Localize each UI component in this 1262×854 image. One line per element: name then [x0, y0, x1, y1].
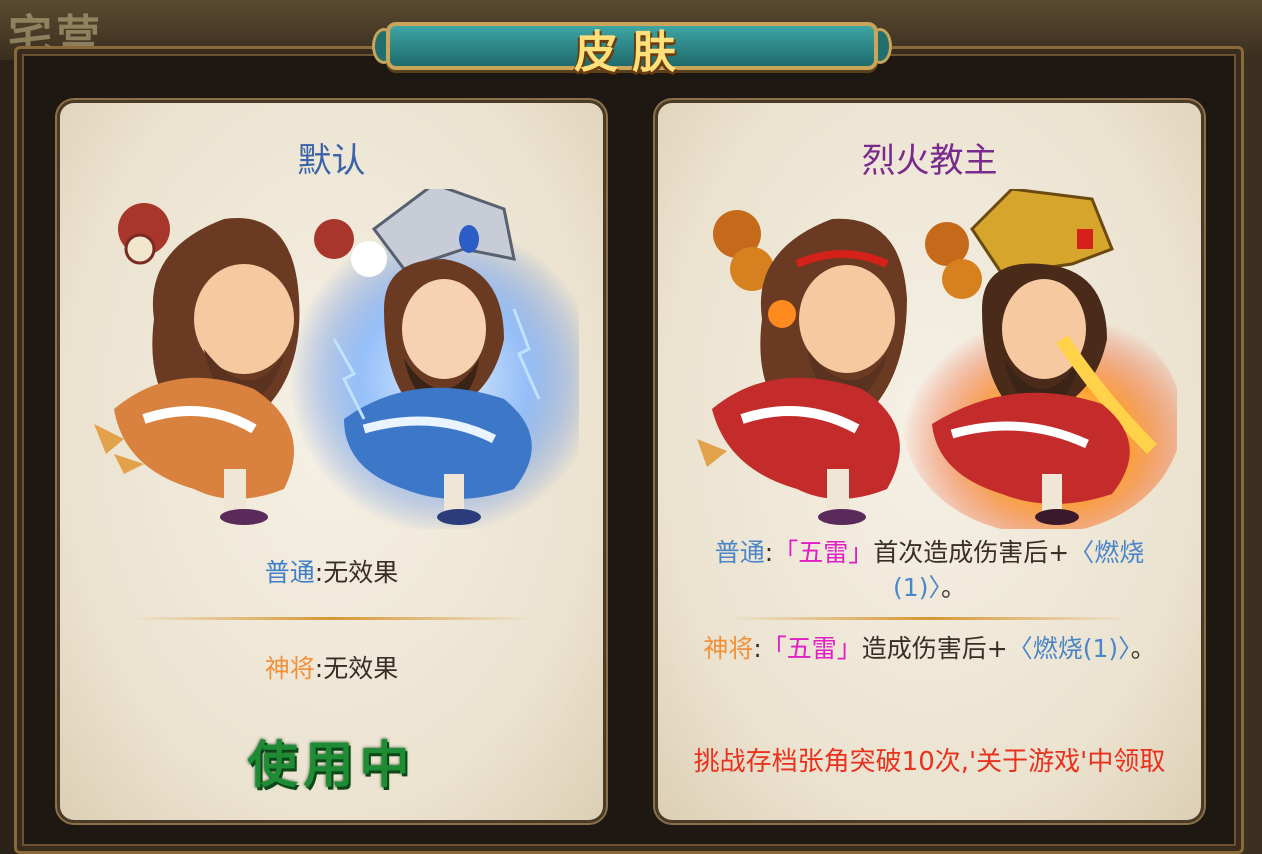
god-effect-text: 造成伤害后+: [861, 634, 1008, 663]
normal-end: 。: [940, 573, 966, 602]
god-sep: :: [753, 634, 762, 663]
skin-card-default[interactable]: 默认 普通:无效果 神将:无效果 使用中: [60, 103, 603, 820]
unlock-condition: 挑战存档张角突破10次,'关于游戏'中领取: [693, 747, 1166, 777]
character-god-art-icon: [289, 189, 579, 529]
god-buff: 〈燃烧(1)〉: [1007, 634, 1131, 663]
god-effect-line: 神将:「五雷」造成伤害后+〈燃烧(1)〉。: [688, 631, 1171, 666]
god-end: 。: [1130, 634, 1156, 663]
divider: [728, 617, 1131, 620]
normal-effect-text: :无效果: [314, 558, 399, 587]
normal-skill-name: 「五雷」: [773, 538, 874, 567]
god-label: 神将: [264, 654, 315, 683]
skin-name: 烈火教主: [861, 141, 998, 181]
skin-art-fire-master: [697, 189, 1177, 529]
skin-name: 默认: [297, 141, 366, 181]
god-effect-line: 神将:无效果: [90, 651, 573, 686]
title-banner: 皮肤: [372, 14, 892, 80]
normal-effect-text: 首次造成伤害后+: [873, 538, 1070, 567]
god-label: 神将: [703, 634, 754, 663]
normal-label: 普通: [264, 558, 315, 587]
skin-card-fire-master[interactable]: 烈火教主 普通:「五雷」首次造成伤害后+〈燃烧(1)〉。 神将:「五雷」造成伤害…: [658, 103, 1201, 820]
skin-art-default: [94, 189, 579, 529]
character-normal-art-icon: [94, 203, 300, 525]
character-normal-art-icon: [697, 210, 907, 525]
normal-label: 普通: [714, 538, 765, 567]
normal-sep: :: [764, 538, 774, 567]
divider: [130, 617, 533, 620]
in-use-status: 使用中: [247, 735, 416, 794]
normal-effect-line: 普通:无效果: [90, 555, 573, 590]
god-effect-text: :无效果: [314, 654, 399, 683]
character-god-art-icon: [902, 189, 1177, 529]
god-skill-name: 「五雷」: [761, 634, 862, 663]
page-title: 皮肤: [574, 27, 690, 78]
normal-effect-line: 普通:「五雷」首次造成伤害后+〈燃烧(1)〉。: [688, 535, 1171, 605]
